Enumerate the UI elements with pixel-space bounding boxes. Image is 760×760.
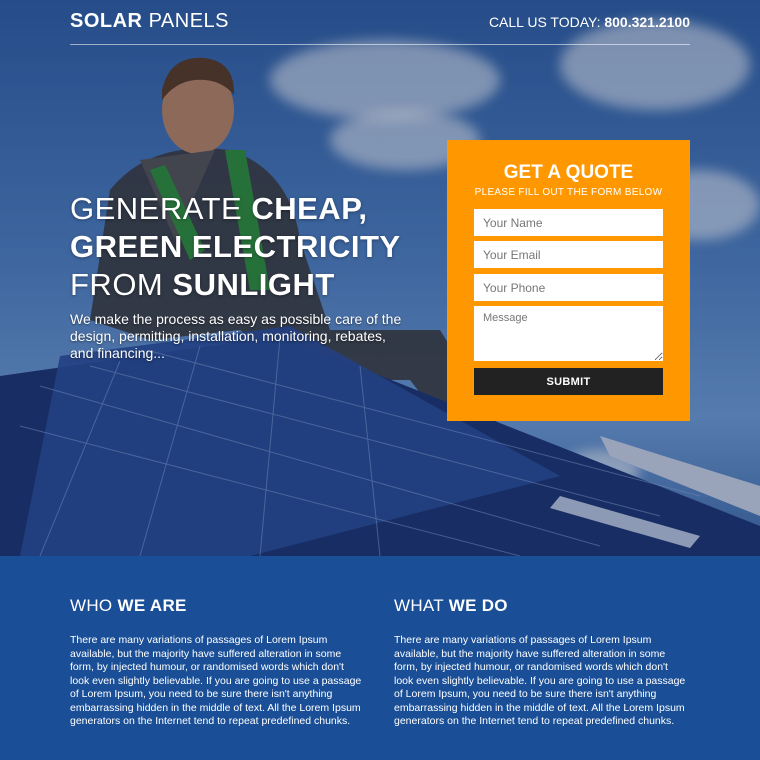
- phone-field[interactable]: [474, 274, 663, 301]
- submit-button[interactable]: SUBMIT: [474, 368, 663, 395]
- message-field[interactable]: [474, 306, 663, 361]
- name-field[interactable]: [474, 209, 663, 236]
- hero-section: SOLAR PANELS CALL US TODAY: 800.321.2100…: [0, 0, 760, 556]
- who-title-bold: WE ARE: [117, 596, 187, 615]
- hero-headline: GENERATE CHEAP, GREEN ELECTRICITY FROM S…: [70, 190, 401, 304]
- logo-bold: SOLAR: [70, 10, 143, 32]
- phone-number-link[interactable]: 800.321.2100: [604, 14, 690, 30]
- quote-form-subtitle: PLEASE FILL OUT THE FORM BELOW: [474, 187, 663, 198]
- what-we-do-text: There are many variations of passages of…: [394, 634, 686, 727]
- who-we-are-text: There are many variations of passages of…: [70, 634, 362, 727]
- hero-subtext: We make the process as easy as possible …: [70, 311, 402, 361]
- headline-line3-light: FROM: [70, 267, 164, 302]
- info-section: WHO WE ARE There are many variations of …: [0, 556, 760, 760]
- quote-form: GET A QUOTE PLEASE FILL OUT THE FORM BEL…: [447, 140, 690, 421]
- headline-line3-bold: SUNLIGHT: [172, 267, 335, 302]
- email-field[interactable]: [474, 241, 663, 268]
- quote-form-title: GET A QUOTE: [503, 162, 634, 183]
- site-logo[interactable]: SOLAR PANELS: [70, 10, 229, 33]
- call-us-text: CALL US TODAY: 800.321.2100: [489, 14, 690, 30]
- who-title-light: WHO: [70, 596, 113, 615]
- what-title-light: WHAT: [394, 596, 444, 615]
- what-we-do-heading: WHAT WE DO: [394, 596, 689, 616]
- headline-line1-bold: CHEAP,: [251, 191, 368, 226]
- who-we-are-column: WHO WE ARE There are many variations of …: [70, 596, 365, 729]
- headline-line2-bold: GREEN ELECTRICITY: [70, 229, 401, 264]
- what-we-do-column: WHAT WE DO There are many variations of …: [394, 596, 689, 729]
- call-label: CALL US TODAY:: [488, 14, 601, 30]
- who-we-are-heading: WHO WE ARE: [70, 596, 365, 616]
- logo-light: PANELS: [148, 10, 230, 32]
- what-title-bold: WE DO: [448, 596, 508, 615]
- headline-line1-light: GENERATE: [70, 191, 243, 226]
- top-navbar: SOLAR PANELS CALL US TODAY: 800.321.2100: [70, 0, 690, 45]
